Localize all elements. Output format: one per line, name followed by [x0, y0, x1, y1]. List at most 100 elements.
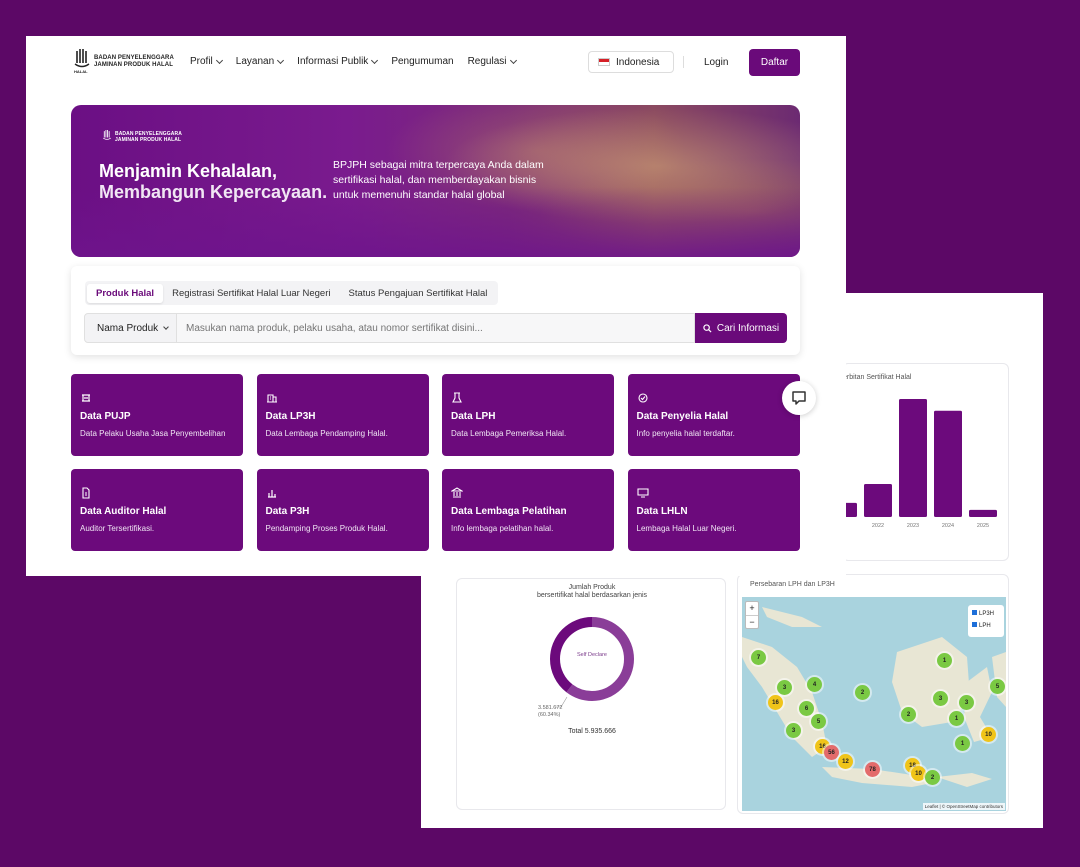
search-button[interactable]: Cari Informasi: [695, 313, 787, 343]
tile-description: Info penyelia halal terdaftar.: [636, 429, 735, 438]
tile-description: Pendamping Proses Produk Halal.: [265, 524, 388, 533]
lab-icon: [452, 392, 462, 403]
tile-title: Data LHLN: [636, 506, 688, 517]
tile-title: Data Auditor Halal: [80, 506, 167, 517]
tile-data-lp3h[interactable]: Data LP3H Data Lembaga Pendamping Halal.: [256, 374, 429, 456]
map-cluster-marker[interactable]: 2: [855, 685, 870, 700]
login-link[interactable]: Login: [704, 57, 728, 68]
map-cluster-marker[interactable]: 1: [949, 711, 964, 726]
bar[interactable]: [864, 483, 892, 517]
chart-icon: [267, 490, 276, 498]
map-cluster-marker[interactable]: 2: [925, 770, 940, 785]
bar[interactable]: [969, 509, 997, 517]
chat-button[interactable]: [782, 381, 816, 415]
institution-icon: [451, 487, 463, 498]
map-cluster-marker[interactable]: 10: [911, 766, 926, 781]
search-tabs: Produk Halal Registrasi Sertifikat Halal…: [85, 281, 499, 305]
nav-divider: [683, 56, 684, 68]
map-cluster-marker[interactable]: 7: [751, 650, 766, 665]
nav-layanan[interactable]: Layanan: [236, 56, 285, 67]
legend-lp3h[interactable]: LP3H: [972, 608, 1000, 620]
map-cluster-marker[interactable]: 3: [786, 723, 801, 738]
logo-line1: BADAN PENYELENGGARA: [94, 55, 174, 61]
chevron-down-icon: [163, 323, 169, 330]
hero-description: BPJPH sebagai mitra terpercaya Anda dala…: [333, 159, 544, 201]
search-input[interactable]: [177, 313, 695, 343]
tile-description: Lembaga Halal Luar Negeri.: [636, 524, 737, 533]
map-cluster-marker[interactable]: 78: [865, 762, 880, 777]
map-cluster-marker[interactable]: 3: [959, 695, 974, 710]
tile-data-penyelia-halal[interactable]: Data Penyelia Halal Info penyelia halal t…: [627, 374, 800, 456]
map-legend: LP3H LPH: [968, 605, 1004, 637]
language-selector[interactable]: Indonesia: [588, 51, 674, 73]
tab-produk-halal[interactable]: Produk Halal: [87, 283, 164, 303]
map-cluster-marker[interactable]: 3: [933, 691, 948, 706]
bar[interactable]: [899, 399, 927, 517]
checkbox-icon: [972, 622, 977, 627]
nav-profil[interactable]: Profil: [190, 56, 223, 67]
nav-informasi-publik[interactable]: Informasi Publik: [297, 56, 379, 67]
map-title: Persebaran LPH dan LP3H: [750, 581, 835, 588]
donut-hole: [565, 632, 619, 686]
zoom-in-button[interactable]: +: [746, 602, 758, 616]
map-cluster-marker[interactable]: 6: [799, 701, 814, 716]
tile-data-pujp[interactable]: Data PUJP Data Pelaku Usaha Jasa Penyembe…: [71, 374, 243, 456]
tile-description: Data Lembaga Pemeriksa Halal.: [451, 429, 567, 438]
map-cluster-marker[interactable]: 1: [955, 736, 970, 751]
tab-registrasi-luar-negeri[interactable]: Registrasi Sertifikat Halal Luar Negeri: [163, 284, 339, 303]
bar[interactable]: [934, 410, 962, 517]
certificate-chart-card: erbitan Sertifikat Halal 2022 2023 2024 202…: [842, 363, 1009, 561]
tab-status-pengajuan[interactable]: Status Pengajuan Sertifikat Halal: [339, 284, 496, 303]
tile-data-lhln[interactable]: Data LHLN Lembaga Halal Luar Negeri.: [627, 469, 800, 551]
search-type-select[interactable]: Nama Produk: [84, 313, 177, 343]
bar-chart: 2022 2023 2024 2025: [843, 399, 997, 529]
map-cluster-marker[interactable]: 5: [990, 679, 1005, 694]
tile-data-p3h[interactable]: Data P3H Pendamping Proses Produk Halal.: [256, 469, 429, 551]
legend-lph[interactable]: LPH: [972, 620, 1000, 632]
document-icon: [82, 487, 90, 499]
map-cluster-marker[interactable]: 3: [777, 680, 792, 695]
halal-logo-icon: [103, 130, 111, 140]
x-tick-label: 2025: [977, 523, 989, 529]
map-cluster-marker[interactable]: 1: [937, 653, 952, 668]
donut-chart: [550, 617, 634, 708]
tile-description: Info lembaga pelatihan halal.: [451, 524, 554, 533]
badge-icon: [637, 393, 648, 403]
map-cluster-marker[interactable]: 5: [811, 714, 826, 729]
hero-logo: BADAN PENYELENGGARA JAMINAN PRODUK HALAL: [102, 130, 182, 144]
building-icon: [266, 394, 277, 403]
slaughter-icon: [82, 394, 90, 402]
hero-title: Menjamin Kehalalan, Membangun Kepercayaa…: [99, 161, 328, 202]
tile-data-lembaga-pelatihan[interactable]: Data Lembaga Pelatihan Info lembaga pelat…: [442, 469, 614, 551]
tile-title: Data PUJP: [80, 411, 131, 422]
map-cluster-marker[interactable]: 56: [824, 745, 839, 760]
nav-pengumuman[interactable]: Pengumuman: [391, 56, 453, 67]
website-window: HALAL BADAN PENYELENGGARA JAMINAN PRODUK…: [26, 36, 846, 576]
chevron-down-icon: [277, 56, 285, 64]
tile-description: Data Pelaku Usaha Jasa Penyembelihan: [80, 429, 226, 438]
zoom-out-button[interactable]: −: [746, 616, 758, 629]
tile-title: Data P3H: [265, 506, 310, 517]
map-cluster-marker[interactable]: 12: [838, 754, 853, 769]
nav-menu: Profil Layanan Informasi Publik Pengumum…: [190, 56, 517, 67]
tile-data-auditor-halal[interactable]: Data Auditor Halal Auditor Tersertifikasi…: [71, 469, 243, 551]
x-tick-label: 2022: [872, 523, 884, 529]
chevron-down-icon: [371, 56, 379, 64]
tile-data-lph[interactable]: Data LPH Data Lembaga Pemeriksa Halal.: [442, 374, 614, 456]
indonesia-map[interactable]: 7 1 3 4 2 16 6 5 3 3 5 2 1 3 10 16 56 12 78 18 1 10 2 + − LP3H…: [742, 597, 1006, 811]
map-cluster-marker[interactable]: 10: [981, 727, 996, 742]
logo-line2: JAMINAN PRODUK HALAL: [94, 62, 173, 68]
hero-banner: BADAN PENYELENGGARA JAMINAN PRODUK HALAL…: [71, 105, 800, 257]
map-cluster-marker[interactable]: 16: [768, 695, 783, 710]
product-pie-card: Jumlah Produk bersertifikat halal berdas…: [456, 578, 726, 810]
bpjph-logo[interactable]: HALAL BADAN PENYELENGGARA JAMINAN PRODUK…: [74, 49, 174, 75]
x-tick-label: 2023: [907, 523, 919, 529]
register-button[interactable]: Daftar: [749, 49, 800, 76]
chevron-down-icon: [509, 56, 517, 64]
pie-center-label: Self Declare: [577, 652, 607, 658]
distribution-map-card: Persebaran LPH dan LP3H 7 1 3 4 2 16 6 5 3 3 5 2 1 3 1…: [737, 574, 1009, 814]
nav-regulasi[interactable]: Regulasi: [468, 56, 517, 67]
map-cluster-marker[interactable]: 2: [901, 707, 916, 722]
x-tick-label: 2024: [942, 523, 954, 529]
map-cluster-marker[interactable]: 4: [807, 677, 822, 692]
